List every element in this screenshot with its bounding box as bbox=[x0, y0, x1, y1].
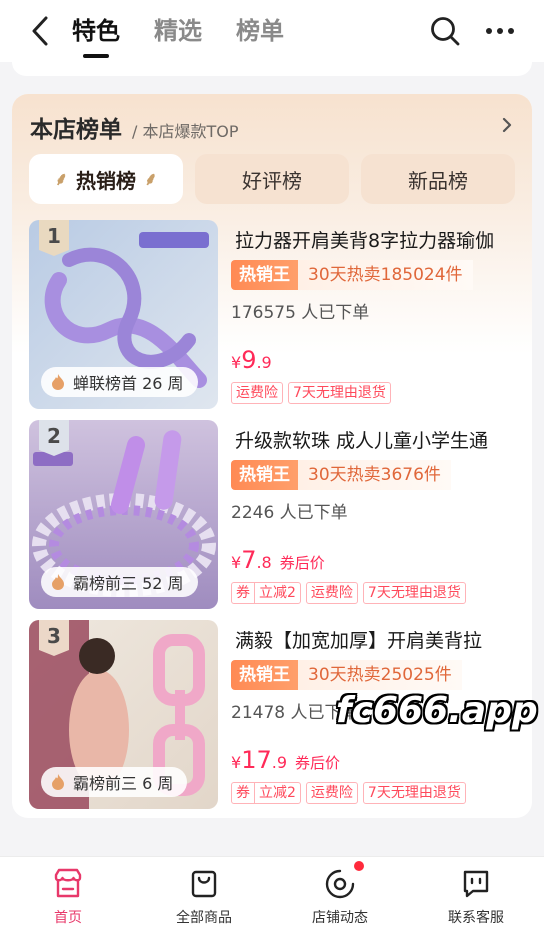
store-icon bbox=[54, 868, 82, 898]
tag-7day-return: 7天无理由退货 bbox=[362, 582, 466, 604]
hot-sales-row: 热销王 30天热卖3676件 bbox=[231, 460, 451, 490]
price: ¥ 9 .9 bbox=[231, 346, 272, 374]
ranking-streak-pill: 霸榜前三 52 周 bbox=[41, 567, 198, 597]
hot-sales-row: 热销王 30天热卖185024件 bbox=[231, 260, 473, 290]
coupon-tag: 券 立减2 bbox=[231, 582, 301, 604]
tag-7day-return: 7天无理由退货 bbox=[288, 382, 391, 404]
bag-icon bbox=[191, 870, 217, 898]
hot-sales-text: 30天热卖25025件 bbox=[298, 660, 462, 690]
rank-badge: 1 bbox=[39, 220, 69, 256]
hot-badge: 热销王 bbox=[231, 660, 298, 690]
top-nav-bar: 特色 精选 榜单 bbox=[0, 0, 544, 62]
product-image[interactable]: 2 霸榜前三 52 周 bbox=[29, 420, 218, 609]
ranking-streak-pill: 蝉联榜首 26 周 bbox=[41, 367, 198, 397]
back-arrow-icon[interactable] bbox=[26, 14, 56, 48]
product-info: 拉力器开肩美背8字拉力器瑜伽 热销王 30天热卖185024件 176575 人… bbox=[231, 220, 521, 410]
product-card[interactable]: 2 霸榜前三 52 周 升级款软珠 成人儿童小学生通 热销王 30天热卖3676… bbox=[29, 420, 519, 610]
hot-sales-text: 30天热卖3676件 bbox=[298, 460, 451, 490]
tag-shipping-insurance: 运费险 bbox=[305, 582, 358, 604]
tag-shipping-insurance: 运费险 bbox=[231, 382, 283, 404]
flame-icon bbox=[52, 574, 64, 590]
tab-top-rated[interactable]: 好评榜 bbox=[195, 154, 349, 204]
watermark-text: fc666.app bbox=[336, 690, 538, 731]
laurel-right-icon: ⸙ bbox=[144, 169, 158, 190]
chevron-right-icon[interactable] bbox=[500, 116, 514, 134]
bottom-tab-bar: 首页 全部商品 店铺动态 联系客服 bbox=[0, 856, 544, 939]
product-image[interactable]: 1 蝉联榜首 26 周 bbox=[29, 220, 218, 409]
product-card[interactable]: 1 蝉联榜首 26 周 拉力器开肩美背8字拉力器瑜伽 热销王 30天热卖1850… bbox=[29, 220, 519, 410]
service-tags: 运费险 7天无理由退货 bbox=[231, 382, 391, 404]
nav-customer-service[interactable]: 联系客服 bbox=[408, 857, 544, 939]
hot-badge: 热销王 bbox=[231, 460, 298, 490]
tag-7day-return: 7天无理由退货 bbox=[362, 782, 466, 804]
tab-featured[interactable]: 特色 bbox=[72, 14, 120, 58]
hot-sales-text: 30天热卖185024件 bbox=[298, 260, 473, 290]
header-tabs: 特色 精选 榜单 bbox=[72, 14, 284, 58]
notification-dot bbox=[354, 861, 364, 871]
ranking-header[interactable]: 本店榜单 / 本店爆款TOP bbox=[30, 110, 239, 144]
hot-sales-row: 热销王 30天热卖25025件 bbox=[231, 660, 462, 690]
chat-icon bbox=[463, 870, 489, 898]
flame-icon bbox=[52, 774, 64, 790]
ordered-count: 2246 人已下单 bbox=[231, 503, 348, 523]
product-info: 升级款软珠 成人儿童小学生通 热销王 30天热卖3676件 2246 人已下单 … bbox=[231, 420, 521, 610]
price: ¥ 17 .9 券后价 bbox=[231, 746, 341, 774]
nav-all-products[interactable]: 全部商品 bbox=[136, 857, 272, 939]
product-image[interactable]: 3 霸榜前三 6 周 bbox=[29, 620, 218, 809]
ranking-tabs: ⸙ 热销榜 ⸙ 好评榜 新品榜 bbox=[29, 154, 515, 204]
previous-section-edge bbox=[12, 62, 532, 76]
search-icon[interactable] bbox=[428, 14, 462, 48]
tab-selected[interactable]: 精选 bbox=[154, 14, 202, 48]
ranking-streak-pill: 霸榜前三 6 周 bbox=[41, 767, 188, 797]
rank-badge: 3 bbox=[39, 620, 69, 656]
ranking-title: 本店榜单 bbox=[30, 117, 122, 143]
service-tags: 券 立减2 运费险 7天无理由退货 bbox=[231, 782, 466, 804]
ranking-subtitle: / 本店爆款TOP bbox=[132, 122, 239, 141]
nav-home[interactable]: 首页 bbox=[0, 857, 136, 939]
rank-badge: 2 bbox=[39, 420, 69, 456]
hot-badge: 热销王 bbox=[231, 260, 298, 290]
more-icon[interactable] bbox=[486, 28, 514, 34]
tab-bestseller[interactable]: ⸙ 热销榜 ⸙ bbox=[29, 154, 183, 204]
flame-icon bbox=[52, 374, 64, 390]
target-icon bbox=[325, 869, 355, 899]
service-tags: 券 立减2 运费险 7天无理由退货 bbox=[231, 582, 466, 604]
product-title[interactable]: 满毅【加宽加厚】开肩美背拉 bbox=[235, 626, 525, 653]
product-title[interactable]: 升级款软珠 成人儿童小学生通 bbox=[235, 426, 525, 453]
price: ¥ 7 .8 券后价 bbox=[231, 546, 325, 574]
ordered-count: 176575 人已下单 bbox=[231, 303, 370, 323]
product-title[interactable]: 拉力器开肩美背8字拉力器瑜伽 bbox=[235, 226, 525, 253]
coupon-tag: 券 立减2 bbox=[231, 782, 301, 804]
tab-ranking[interactable]: 榜单 bbox=[236, 14, 284, 48]
nav-store-updates[interactable]: 店铺动态 bbox=[272, 857, 408, 939]
laurel-left-icon: ⸙ bbox=[54, 169, 69, 190]
tag-shipping-insurance: 运费险 bbox=[305, 782, 358, 804]
tab-new-arrivals[interactable]: 新品榜 bbox=[361, 154, 515, 204]
